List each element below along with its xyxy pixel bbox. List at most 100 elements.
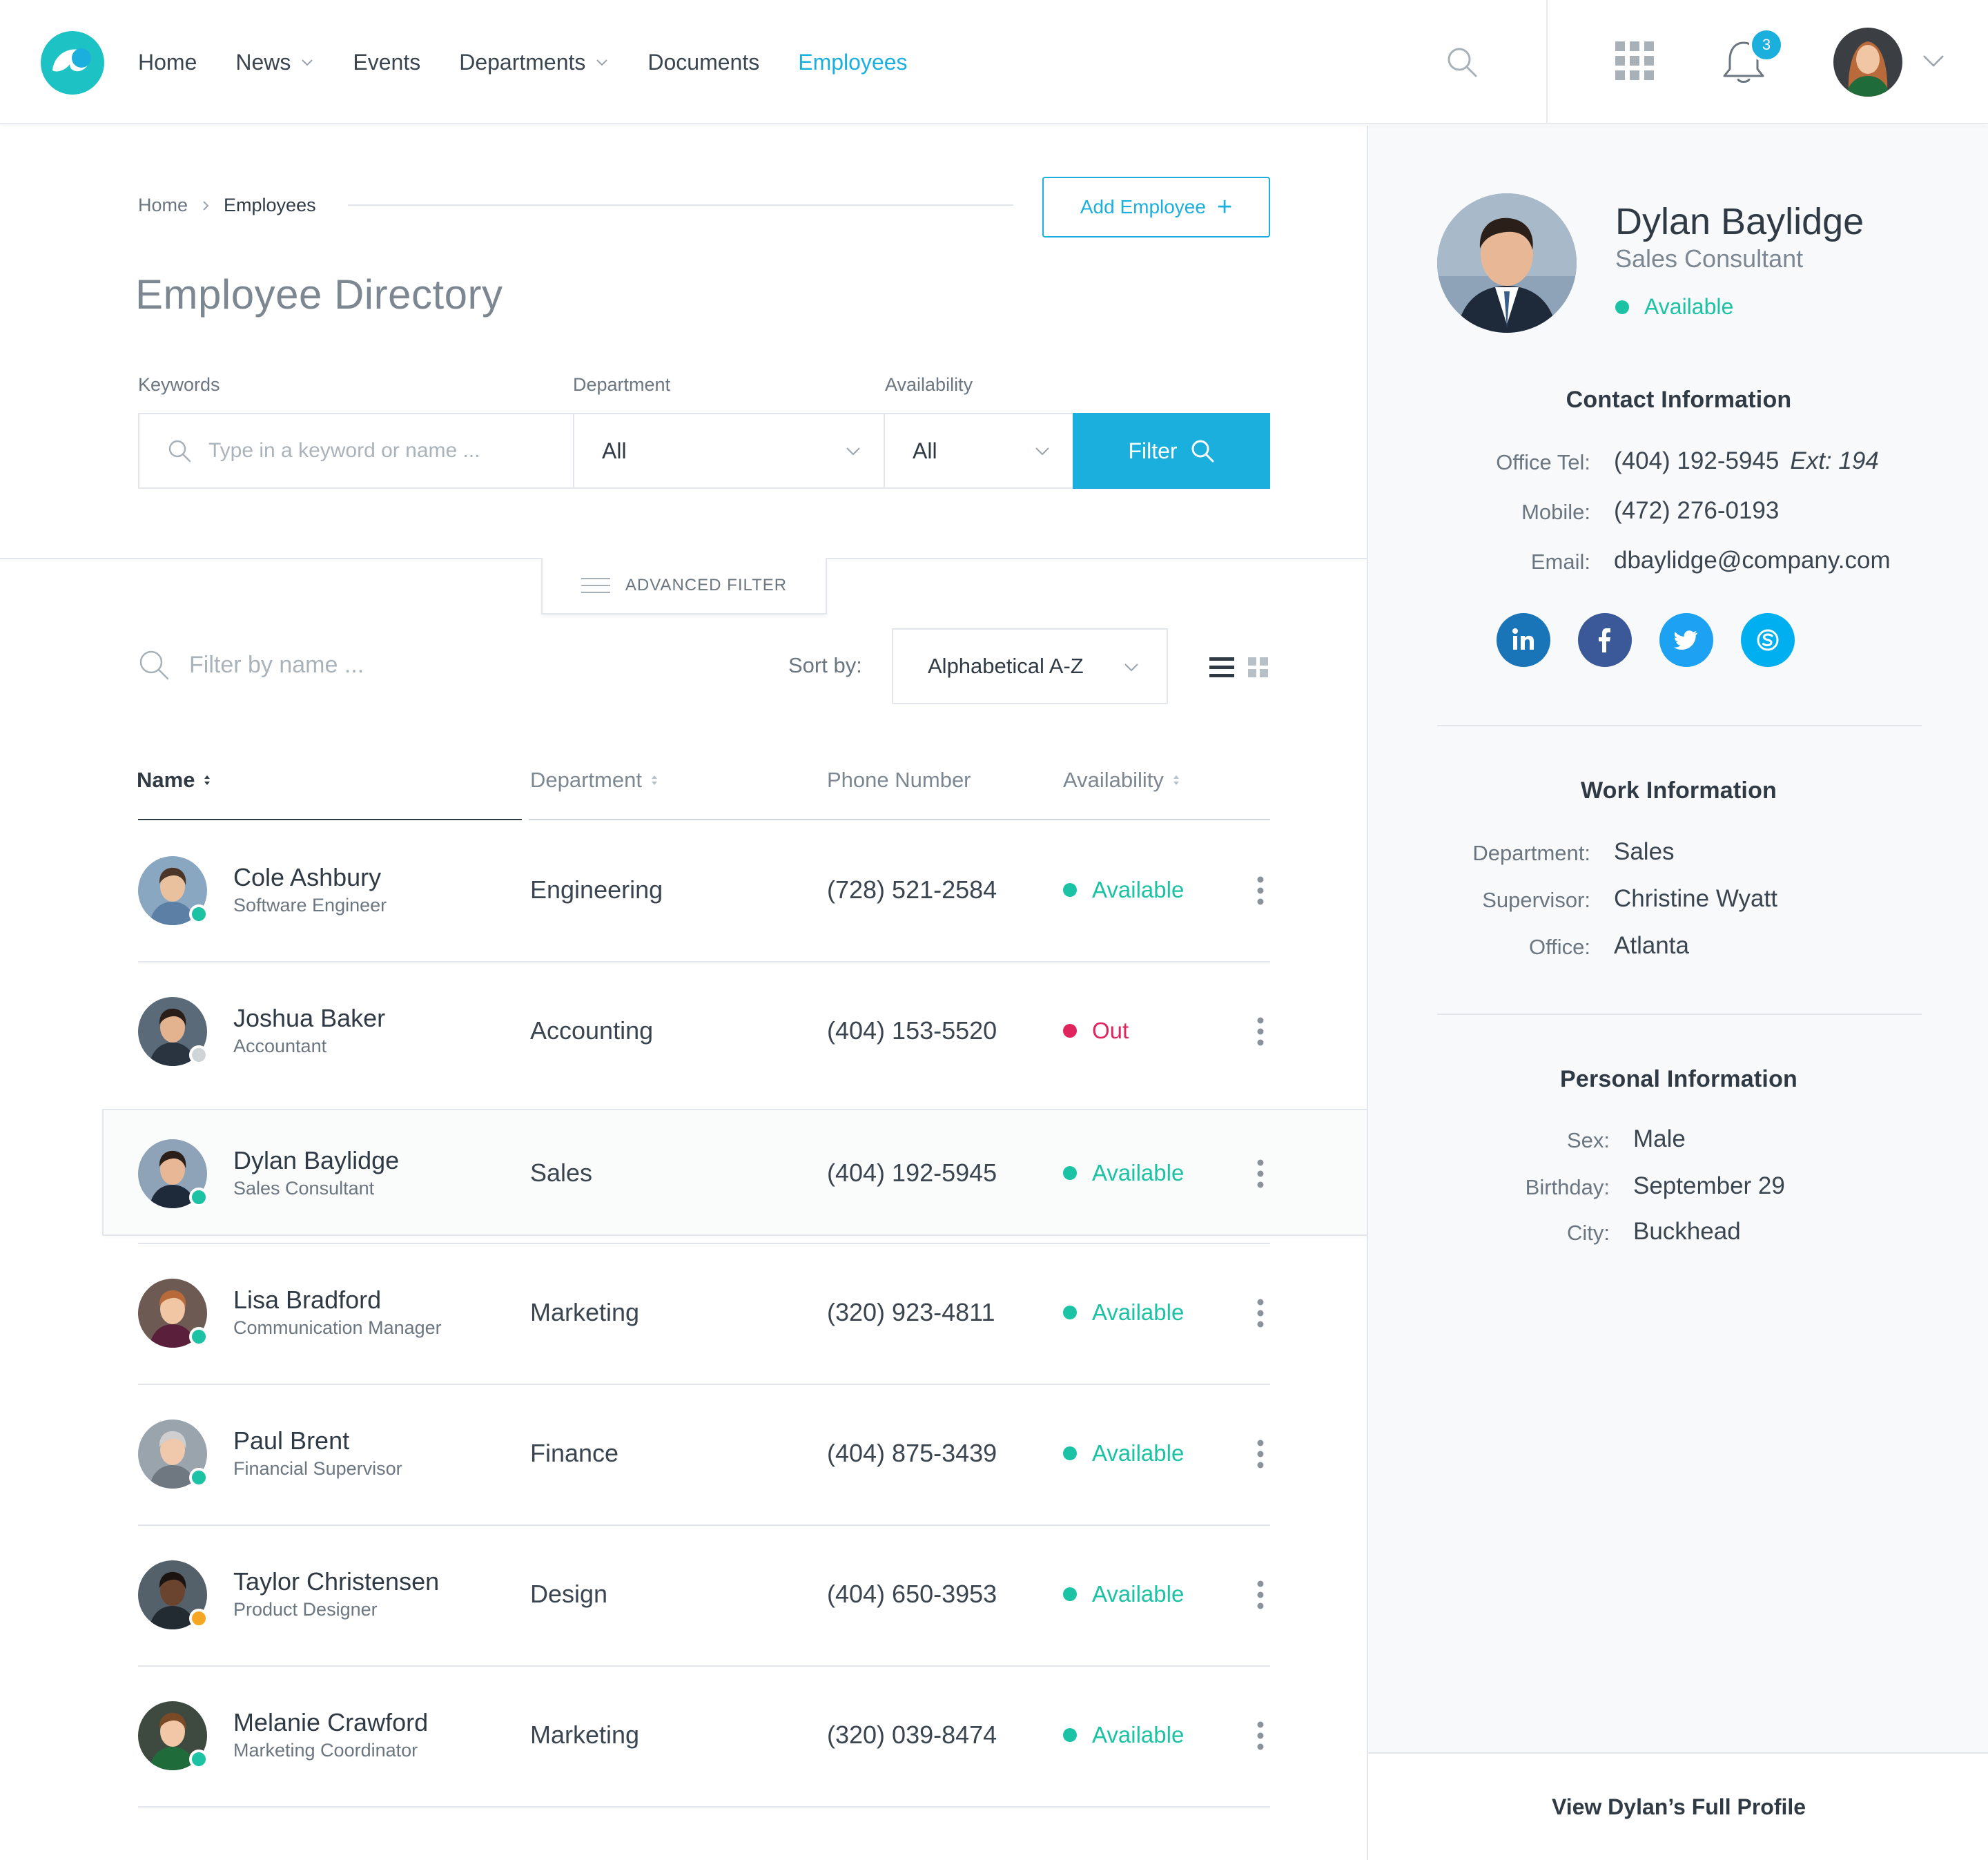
plus-icon: + <box>1216 193 1233 222</box>
employee-avatar[interactable] <box>138 1279 208 1348</box>
column-header-availability-label: Availability <box>1063 768 1164 792</box>
employee-name[interactable]: Lisa Bradford <box>233 1286 381 1315</box>
city-label: City: <box>1567 1221 1610 1245</box>
sort-label: Sort by: <box>788 653 862 677</box>
breadcrumb-home[interactable]: Home <box>138 195 188 216</box>
name-filter-input[interactable]: Filter by name ... <box>138 649 364 681</box>
nav-news[interactable]: News <box>235 50 314 75</box>
department-select-value: All <box>602 438 627 463</box>
availability-label: Available <box>1092 1722 1185 1747</box>
availability-dot <box>1063 1728 1077 1742</box>
employee-phone: (320) 923-4811 <box>827 1298 995 1326</box>
sort-icon <box>1173 775 1179 785</box>
employee-name[interactable]: Melanie Crawford <box>233 1708 428 1737</box>
breadcrumb-divider <box>348 204 1013 206</box>
sort-icon <box>651 775 657 785</box>
contact-info-title: Contact Information <box>1566 387 1792 413</box>
more-options-icon[interactable] <box>1256 1580 1265 1610</box>
sort-select[interactable]: Alphabetical A-Z <box>892 628 1168 704</box>
nav-departments-label: Departments <box>459 49 586 75</box>
more-options-icon[interactable] <box>1256 875 1265 906</box>
table-row[interactable]: Melanie Crawford Marketing Coordinator Mar… <box>138 1665 1270 1806</box>
app-logo[interactable] <box>40 30 105 95</box>
presence-indicator <box>189 904 208 924</box>
employee-avatar[interactable] <box>138 1560 208 1629</box>
department-select[interactable]: All <box>573 413 885 489</box>
chevron-down-icon <box>302 59 313 66</box>
mobile-value: (472) 276-0193 <box>1614 497 1780 524</box>
employee-avatar[interactable] <box>138 1420 208 1489</box>
employee-avatar[interactable] <box>138 856 208 925</box>
employee-avatar[interactable] <box>138 1139 208 1208</box>
search-icon[interactable] <box>1445 46 1479 79</box>
presence-indicator <box>189 1327 208 1346</box>
employee-name[interactable]: Dylan Baylidge <box>233 1146 399 1175</box>
facebook-icon[interactable] <box>1578 613 1632 667</box>
nav-departments[interactable]: Departments <box>459 50 609 75</box>
apps-grid-icon[interactable] <box>1615 41 1654 80</box>
presence-indicator <box>189 1750 208 1769</box>
birthday-value: September 29 <box>1633 1172 1785 1199</box>
twitter-icon[interactable] <box>1659 613 1713 667</box>
column-header-phone: Phone Number <box>827 768 971 793</box>
nav-home-label: Home <box>138 49 197 75</box>
employee-availability: Out <box>1063 1018 1129 1044</box>
column-header-department[interactable]: Department <box>530 768 659 793</box>
chevron-down-icon[interactable] <box>1922 52 1945 69</box>
nav-employees[interactable]: Employees <box>798 50 907 75</box>
more-options-icon[interactable] <box>1256 1298 1265 1328</box>
availability-dot <box>1063 1166 1077 1180</box>
list-view-icon[interactable] <box>1209 657 1234 678</box>
employee-availability: Available <box>1063 1722 1184 1748</box>
employee-department: Accounting <box>530 1016 654 1045</box>
grid-view-icon[interactable] <box>1248 657 1269 678</box>
table-row[interactable]: Lisa Bradford Communication Manager Market… <box>138 1243 1270 1384</box>
advanced-filter-toggle[interactable]: ADVANCED FILTER <box>541 558 827 614</box>
sex-value: Male <box>1633 1125 1686 1152</box>
email-value[interactable]: dbaylidge@company.com <box>1614 547 1891 574</box>
keyword-search-input[interactable]: Type in a keyword or name ... <box>138 413 573 489</box>
employee-name[interactable]: Joshua Baker <box>233 1004 385 1033</box>
profile-name: Dylan Baylidge <box>1615 201 1864 242</box>
table-row[interactable]: Paul Brent Financial Supervisor Finance (40… <box>138 1384 1270 1524</box>
nav-home[interactable]: Home <box>138 50 197 75</box>
nav-events[interactable]: Events <box>353 50 420 75</box>
more-options-icon[interactable] <box>1256 1159 1265 1189</box>
employee-department: Engineering <box>530 875 663 904</box>
filter-button-label: Filter <box>1128 438 1178 463</box>
nav-documents[interactable]: Documents <box>647 50 759 75</box>
employee-name[interactable]: Taylor Christensen <box>233 1567 439 1596</box>
column-header-name[interactable]: Name <box>137 768 211 793</box>
employee-title: Sales Consultant <box>233 1178 375 1199</box>
work-department-label: Department: <box>1472 841 1590 865</box>
search-icon <box>1191 440 1214 463</box>
table-row[interactable]: Cole Ashbury Software Engineer Engineering… <box>138 820 1270 961</box>
table-row[interactable]: Dylan Baylidge Sales Consultant Sales (404)… <box>102 1109 1368 1236</box>
column-header-availability[interactable]: Availability <box>1063 768 1180 793</box>
more-options-icon[interactable] <box>1256 1016 1265 1047</box>
user-avatar[interactable] <box>1833 28 1902 97</box>
add-employee-button[interactable]: Add Employee + <box>1042 177 1270 238</box>
linkedin-icon[interactable] <box>1497 613 1550 667</box>
more-options-icon[interactable] <box>1256 1721 1265 1751</box>
search-icon <box>168 440 191 463</box>
more-options-icon[interactable] <box>1256 1439 1265 1469</box>
profile-title: Sales Consultant <box>1615 244 1804 273</box>
breadcrumb-current: Employees <box>224 195 316 215</box>
office-value: Atlanta <box>1614 932 1689 959</box>
availability-select[interactable]: All <box>884 413 1074 489</box>
profile-divider <box>1437 725 1922 726</box>
employee-name[interactable]: Paul Brent <box>233 1426 349 1455</box>
filter-button[interactable]: Filter <box>1073 413 1270 489</box>
add-employee-label: Add Employee <box>1080 196 1206 217</box>
notification-badge: 3 <box>1749 28 1784 62</box>
availability-dot <box>1063 883 1077 897</box>
presence-indicator <box>189 1609 208 1628</box>
employee-name[interactable]: Cole Ashbury <box>233 863 381 892</box>
skype-icon[interactable] <box>1741 613 1795 667</box>
view-full-profile-link[interactable]: View Dylan’s Full Profile <box>1368 1752 1988 1860</box>
employee-avatar[interactable] <box>138 997 208 1066</box>
table-row[interactable]: Taylor Christensen Product Designer Design… <box>138 1524 1270 1665</box>
employee-avatar[interactable] <box>138 1701 208 1770</box>
table-row[interactable]: Joshua Baker Accountant Accounting (404) 15… <box>138 961 1270 1102</box>
